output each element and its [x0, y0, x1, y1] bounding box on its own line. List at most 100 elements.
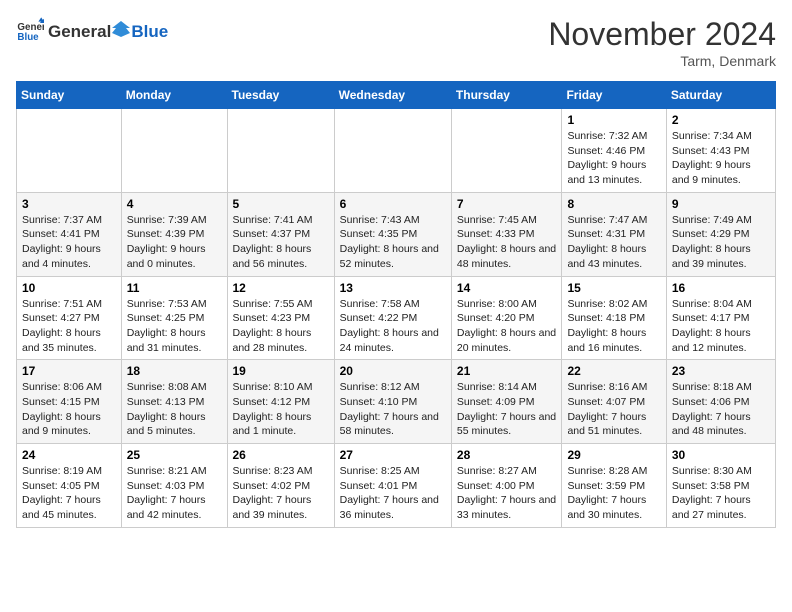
col-thursday: Thursday — [451, 82, 562, 109]
cell-week3-day2: 12Sunrise: 7:55 AMSunset: 4:23 PMDayligh… — [227, 276, 334, 360]
cell-week2-day4: 7 Sunrise: 7:45 AMSunset: 4:33 PMDaylight… — [451, 192, 562, 276]
cell-week3-day3: 13 Sunrise: 7:58 AMSunset: 4:22 PMDayligh… — [334, 276, 451, 360]
cell-week4-day0: 17 Sunrise: 8:06 AMSunset: 4:15 PMDayligh… — [17, 360, 122, 444]
day-number: 22 — [567, 364, 660, 378]
day-info: Sunrise: 7:34 AMSunset: 4:43 PMDaylight:… — [672, 129, 770, 188]
cell-week2-day2: 5Sunrise: 7:41 AMSunset: 4:37 PMDaylight… — [227, 192, 334, 276]
day-info: Sunrise: 7:41 AMSunset: 4:37 PMDaylight:… — [233, 213, 329, 272]
week-row-1: 1Sunrise: 7:32 AMSunset: 4:46 PMDaylight… — [17, 109, 776, 193]
day-info: Sunrise: 8:00 AMSunset: 4:20 PMDaylight:… — [457, 297, 557, 356]
day-number: 3 — [22, 197, 116, 211]
day-info: Sunrise: 7:49 AMSunset: 4:29 PMDaylight:… — [672, 213, 770, 272]
cell-week1-day2 — [227, 109, 334, 193]
day-info: Sunrise: 7:58 AMSunset: 4:22 PMDaylight:… — [340, 297, 446, 356]
calendar-table: Sunday Monday Tuesday Wednesday Thursday… — [16, 81, 776, 528]
cell-week5-day3: 27Sunrise: 8:25 AMSunset: 4:01 PMDayligh… — [334, 444, 451, 528]
header-row: Sunday Monday Tuesday Wednesday Thursday… — [17, 82, 776, 109]
cell-week1-day5: 1Sunrise: 7:32 AMSunset: 4:46 PMDaylight… — [562, 109, 666, 193]
day-info: Sunrise: 7:37 AMSunset: 4:41 PMDaylight:… — [22, 213, 116, 272]
calendar-body: 1Sunrise: 7:32 AMSunset: 4:46 PMDaylight… — [17, 109, 776, 528]
location: Tarm, Denmark — [548, 53, 776, 69]
day-number: 28 — [457, 448, 557, 462]
day-info: Sunrise: 8:10 AMSunset: 4:12 PMDaylight:… — [233, 380, 329, 439]
day-number: 19 — [233, 364, 329, 378]
cell-week5-day1: 25 Sunrise: 8:21 AMSunset: 4:03 PMDayligh… — [121, 444, 227, 528]
cell-week5-day5: 29 Sunrise: 8:28 AMSunset: 3:59 PMDayligh… — [562, 444, 666, 528]
cell-week4-day6: 23 Sunrise: 8:18 AMSunset: 4:06 PMDayligh… — [666, 360, 775, 444]
week-row-5: 24 Sunrise: 8:19 AMSunset: 4:05 PMDayligh… — [17, 444, 776, 528]
cell-week1-day4 — [451, 109, 562, 193]
day-info: Sunrise: 8:06 AMSunset: 4:15 PMDaylight:… — [22, 380, 116, 439]
day-number: 18 — [127, 364, 222, 378]
week-row-3: 10 Sunrise: 7:51 AMSunset: 4:27 PMDayligh… — [17, 276, 776, 360]
col-sunday: Sunday — [17, 82, 122, 109]
day-info: Sunrise: 8:16 AMSunset: 4:07 PMDaylight:… — [567, 380, 660, 439]
day-number: 6 — [340, 197, 446, 211]
cell-week5-day0: 24 Sunrise: 8:19 AMSunset: 4:05 PMDayligh… — [17, 444, 122, 528]
week-row-2: 3 Sunrise: 7:37 AMSunset: 4:41 PMDaylight… — [17, 192, 776, 276]
cell-week3-day0: 10 Sunrise: 7:51 AMSunset: 4:27 PMDayligh… — [17, 276, 122, 360]
cell-week3-day1: 11 Sunrise: 7:53 AMSunset: 4:25 PMDayligh… — [121, 276, 227, 360]
day-info: Sunrise: 8:04 AMSunset: 4:17 PMDaylight:… — [672, 297, 770, 356]
col-wednesday: Wednesday — [334, 82, 451, 109]
cell-week5-day4: 28 Sunrise: 8:27 AMSunset: 4:00 PMDayligh… — [451, 444, 562, 528]
day-info: Sunrise: 7:45 AMSunset: 4:33 PMDaylight:… — [457, 213, 557, 272]
header: General Blue General Blue November 2024 … — [16, 16, 776, 69]
logo-icon: General Blue — [16, 16, 44, 44]
day-info: Sunrise: 7:51 AMSunset: 4:27 PMDaylight:… — [22, 297, 116, 356]
cell-week2-day1: 4 Sunrise: 7:39 AMSunset: 4:39 PMDaylight… — [121, 192, 227, 276]
day-info: Sunrise: 7:55 AMSunset: 4:23 PMDaylight:… — [233, 297, 329, 356]
title-area: November 2024 Tarm, Denmark — [548, 16, 776, 69]
day-number: 4 — [127, 197, 222, 211]
day-info: Sunrise: 8:08 AMSunset: 4:13 PMDaylight:… — [127, 380, 222, 439]
col-saturday: Saturday — [666, 82, 775, 109]
day-number: 23 — [672, 364, 770, 378]
day-number: 29 — [567, 448, 660, 462]
cell-week2-day3: 6 Sunrise: 7:43 AMSunset: 4:35 PMDaylight… — [334, 192, 451, 276]
day-info: Sunrise: 7:43 AMSunset: 4:35 PMDaylight:… — [340, 213, 446, 272]
day-info: Sunrise: 8:02 AMSunset: 4:18 PMDaylight:… — [567, 297, 660, 356]
day-info: Sunrise: 8:28 AMSunset: 3:59 PMDaylight:… — [567, 464, 660, 523]
cell-week3-day5: 15 Sunrise: 8:02 AMSunset: 4:18 PMDayligh… — [562, 276, 666, 360]
day-number: 11 — [127, 281, 222, 295]
week-row-4: 17 Sunrise: 8:06 AMSunset: 4:15 PMDayligh… — [17, 360, 776, 444]
svg-text:Blue: Blue — [17, 32, 39, 43]
logo-general-text: General — [48, 22, 111, 42]
day-number: 14 — [457, 281, 557, 295]
day-number: 17 — [22, 364, 116, 378]
day-info: Sunrise: 8:12 AMSunset: 4:10 PMDaylight:… — [340, 380, 446, 439]
day-info: Sunrise: 7:39 AMSunset: 4:39 PMDaylight:… — [127, 213, 222, 272]
day-info: Sunrise: 7:47 AMSunset: 4:31 PMDaylight:… — [567, 213, 660, 272]
cell-week4-day1: 18 Sunrise: 8:08 AMSunset: 4:13 PMDayligh… — [121, 360, 227, 444]
logo: General Blue General Blue — [16, 16, 168, 44]
day-number: 15 — [567, 281, 660, 295]
cell-week5-day2: 26Sunrise: 8:23 AMSunset: 4:02 PMDayligh… — [227, 444, 334, 528]
cell-week2-day5: 8Sunrise: 7:47 AMSunset: 4:31 PMDaylight… — [562, 192, 666, 276]
day-info: Sunrise: 8:18 AMSunset: 4:06 PMDaylight:… — [672, 380, 770, 439]
day-info: Sunrise: 8:19 AMSunset: 4:05 PMDaylight:… — [22, 464, 116, 523]
col-monday: Monday — [121, 82, 227, 109]
cell-week1-day0 — [17, 109, 122, 193]
cell-week4-day4: 21Sunrise: 8:14 AMSunset: 4:09 PMDayligh… — [451, 360, 562, 444]
day-number: 7 — [457, 197, 557, 211]
day-number: 10 — [22, 281, 116, 295]
day-number: 13 — [340, 281, 446, 295]
day-number: 20 — [340, 364, 446, 378]
logo-blue-text: Blue — [131, 22, 168, 42]
day-info: Sunrise: 8:27 AMSunset: 4:00 PMDaylight:… — [457, 464, 557, 523]
day-number: 9 — [672, 197, 770, 211]
day-number: 16 — [672, 281, 770, 295]
day-info: Sunrise: 7:32 AMSunset: 4:46 PMDaylight:… — [567, 129, 660, 188]
day-number: 2 — [672, 113, 770, 127]
day-info: Sunrise: 7:53 AMSunset: 4:25 PMDaylight:… — [127, 297, 222, 356]
day-number: 21 — [457, 364, 557, 378]
day-number: 24 — [22, 448, 116, 462]
cell-week4-day3: 20 Sunrise: 8:12 AMSunset: 4:10 PMDayligh… — [334, 360, 451, 444]
day-number: 25 — [127, 448, 222, 462]
day-info: Sunrise: 8:30 AMSunset: 3:58 PMDaylight:… — [672, 464, 770, 523]
cell-week4-day2: 19 Sunrise: 8:10 AMSunset: 4:12 PMDayligh… — [227, 360, 334, 444]
day-info: Sunrise: 8:25 AMSunset: 4:01 PMDaylight:… — [340, 464, 446, 523]
day-info: Sunrise: 8:21 AMSunset: 4:03 PMDaylight:… — [127, 464, 222, 523]
cell-week3-day6: 16 Sunrise: 8:04 AMSunset: 4:17 PMDayligh… — [666, 276, 775, 360]
cell-week1-day3 — [334, 109, 451, 193]
